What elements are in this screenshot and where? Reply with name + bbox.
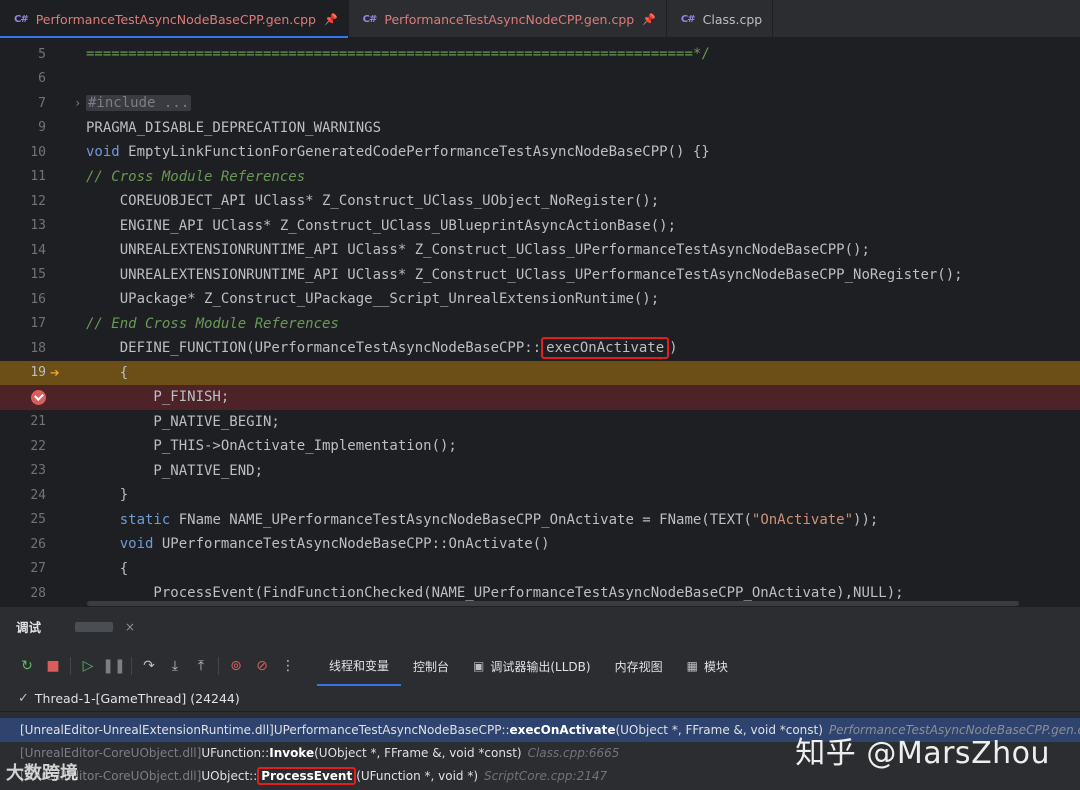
- cpp-file-icon: C#: [14, 13, 29, 25]
- thread-label: Thread-1-[GameThread] (24244): [34, 691, 240, 706]
- code-line[interactable]: 27 {: [0, 557, 1080, 582]
- cpp-file-icon: C#: [362, 13, 378, 25]
- code-line-current-execution[interactable]: 19 ➔ {: [0, 360, 1080, 385]
- code-line[interactable]: 9 PRAGMA_DISABLE_DEPRECATION_WARNINGS: [0, 116, 1080, 141]
- thread-selector[interactable]: ✓ Thread-1-[GameThread] (24244): [0, 686, 1080, 712]
- tab-threads-variables[interactable]: 线程和变量: [317, 646, 402, 686]
- code-line[interactable]: 16 UPackage* Z_Construct_UPackage__Scrip…: [0, 287, 1080, 312]
- tab-class-cpp[interactable]: C# Class.cpp: [667, 0, 774, 38]
- code-line[interactable]: 11 // Cross Module References: [0, 165, 1080, 190]
- code-line[interactable]: 25 static FName NAME_UPerformanceTestAsy…: [0, 508, 1080, 533]
- code-line[interactable]: 13 ENGINE_API UClass* Z_Construct_UClass…: [0, 214, 1080, 239]
- highlight-exec-on-activate: execOnActivate: [541, 337, 670, 360]
- code-line[interactable]: 23 P_NATIVE_END;: [0, 459, 1080, 484]
- line-number: 22: [30, 438, 46, 454]
- line-number: 19: [30, 365, 46, 381]
- line-number: 15: [30, 267, 46, 283]
- code-line[interactable]: 24 }: [0, 483, 1080, 508]
- line-number: 24: [30, 487, 46, 503]
- resume-icon[interactable]: ▷: [75, 653, 101, 679]
- view-breakpoints-icon[interactable]: ⊚: [223, 653, 249, 679]
- debug-session-tab[interactable]: [75, 621, 114, 632]
- tab-performance-test-async-node-cpp-gen[interactable]: C# PerformanceTestAsyncNodeCPP.gen.cpp 📌: [349, 0, 667, 38]
- stop-icon[interactable]: ■: [40, 653, 66, 679]
- terminal-icon: ▣: [473, 659, 485, 673]
- mute-breakpoints-icon[interactable]: ⊘: [249, 653, 275, 679]
- tab-console[interactable]: 控制台: [401, 646, 461, 686]
- more-options-icon[interactable]: ⋮: [275, 653, 301, 679]
- folded-include[interactable]: #include ...: [86, 95, 192, 112]
- code-line[interactable]: 22 P_THIS->OnActivate_Implementation();: [0, 434, 1080, 459]
- debug-toolbar: ↻ ■ ▷ ❚❚ ↷ ⤓ ⤒ ⊚ ⊘ ⋮ 线程和变量 控制台 ▣ 调试器输出(LL…: [0, 646, 1080, 686]
- code-line[interactable]: 17 // End Cross Module References: [0, 312, 1080, 337]
- modules-icon: ▦: [686, 659, 698, 673]
- debug-panel-header: 调试 ×: [0, 606, 1080, 646]
- step-over-icon[interactable]: ↷: [136, 653, 162, 679]
- line-number: 18: [30, 340, 46, 356]
- line-number: 28: [30, 585, 46, 601]
- editor-tab-bar: C# PerformanceTestAsyncNodeBaseCPP.gen.c…: [0, 0, 1080, 39]
- breakpoint-icon[interactable]: [31, 389, 46, 405]
- line-number: 11: [30, 169, 46, 185]
- code-line[interactable]: 26 void UPerformanceTestAsyncNodeBaseCPP…: [0, 532, 1080, 557]
- code-line[interactable]: 12 COREUOBJECT_API UClass* Z_Construct_U…: [0, 189, 1080, 214]
- line-number: 14: [30, 242, 46, 258]
- tab-debugger-output[interactable]: ▣ 调试器输出(LLDB): [461, 646, 603, 686]
- line-number: 10: [30, 144, 46, 160]
- line-number: 7: [38, 95, 46, 111]
- watermark-zhihu: 知乎 @MarsZhou: [795, 736, 1050, 771]
- check-icon: ✓: [18, 691, 29, 706]
- code-line[interactable]: 14 UNREALEXTENSIONRUNTIME_API UClass* Z_…: [0, 238, 1080, 263]
- line-number: 13: [30, 218, 46, 234]
- tab-memory-view[interactable]: 内存视图: [603, 646, 675, 686]
- pause-icon[interactable]: ❚❚: [101, 653, 127, 679]
- close-session-icon[interactable]: ×: [125, 620, 135, 634]
- watermark-logo: 大数跨境: [6, 763, 78, 784]
- tab-performance-test-async-node-base-cpp-gen[interactable]: C# PerformanceTestAsyncNodeBaseCPP.gen.c…: [0, 0, 349, 39]
- code-line[interactable]: 10 void EmptyLinkFunctionForGeneratedCod…: [0, 140, 1080, 165]
- line-number: 9: [38, 120, 46, 136]
- debug-panel-title: 调试: [16, 620, 42, 635]
- tab-label: PerformanceTestAsyncNodeBaseCPP.gen.cpp: [35, 11, 316, 27]
- line-number: 21: [30, 414, 46, 430]
- line-number: 26: [30, 536, 46, 552]
- highlight-process-event: ProcessEvent: [257, 767, 357, 785]
- code-line[interactable]: 18 DEFINE_FUNCTION(UPerformanceTestAsync…: [0, 336, 1080, 361]
- line-number: 23: [30, 463, 46, 479]
- code-line[interactable]: 15 UNREALEXTENSIONRUNTIME_API UClass* Z_…: [0, 263, 1080, 288]
- rerun-icon[interactable]: ↻: [14, 653, 40, 679]
- line-number: 6: [38, 71, 46, 87]
- step-into-icon[interactable]: ⤓: [162, 653, 188, 679]
- line-number: 12: [30, 193, 46, 209]
- pin-icon[interactable]: 📌: [642, 13, 656, 26]
- tab-label: PerformanceTestAsyncNodeCPP.gen.cpp: [384, 11, 635, 27]
- line-number: 27: [30, 561, 46, 577]
- code-editor[interactable]: 5 ======================================…: [0, 38, 1080, 606]
- code-line[interactable]: 7 › #include ...: [0, 91, 1080, 116]
- line-number: 17: [30, 316, 46, 332]
- code-line[interactable]: 6: [0, 67, 1080, 92]
- tab-modules[interactable]: ▦ 模块: [675, 646, 740, 686]
- fold-chevron-icon[interactable]: ›: [74, 96, 81, 110]
- pin-icon[interactable]: 📌: [324, 13, 338, 26]
- line-number: 25: [30, 512, 46, 528]
- line-number: 16: [30, 291, 46, 307]
- code-line[interactable]: 21 P_NATIVE_BEGIN;: [0, 410, 1080, 435]
- cpp-file-icon: C#: [680, 13, 696, 25]
- code-line-breakpoint[interactable]: P_FINISH;: [0, 385, 1080, 410]
- execution-point-arrow-icon: ➔: [50, 363, 60, 383]
- step-out-icon[interactable]: ⤒: [188, 653, 214, 679]
- tab-label: Class.cpp: [702, 11, 763, 27]
- line-number: 5: [38, 46, 46, 62]
- code-line[interactable]: 5 ======================================…: [0, 42, 1080, 67]
